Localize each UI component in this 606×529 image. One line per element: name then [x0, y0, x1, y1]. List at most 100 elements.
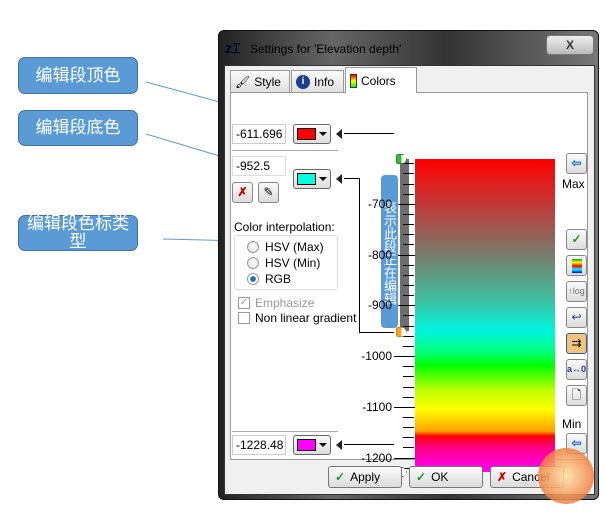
settings-dialog: z⌶ Settings for 'Elevation depth' X 🖌 Sty… — [218, 30, 599, 500]
app-icon: z⌶ — [225, 40, 241, 56]
emphasize-checkbox[interactable]: ✓ Emphasize — [238, 295, 314, 311]
radio-rgb[interactable]: RGB — [247, 271, 337, 287]
reverse-button[interactable]: ↩ — [566, 307, 587, 328]
annotation-bottom-color: 编辑段底色 — [18, 110, 138, 146]
minor-tick — [403, 244, 414, 245]
interp-label: Color interpolation: — [234, 220, 335, 234]
tab-colors[interactable]: Colors — [345, 67, 417, 93]
minor-tick — [403, 397, 414, 398]
ok-button[interactable]: ✓ OK — [409, 466, 483, 488]
top-value-field[interactable]: -611.696 — [232, 124, 286, 144]
delete-icon: ✗ — [237, 185, 248, 199]
cross-icon: ✗ — [497, 470, 508, 484]
annotation-top-color: 编辑段顶色 — [18, 57, 138, 94]
gradient-icon — [350, 73, 357, 88]
minor-tick — [403, 194, 414, 195]
arrow-left-icon: ⇦ — [571, 156, 582, 170]
set-max-button[interactable]: ⇦ — [566, 153, 587, 174]
close-button[interactable]: X — [546, 35, 594, 55]
checkmark-icon: ✓ — [416, 470, 427, 484]
minor-tick — [403, 387, 414, 388]
return-arrow-icon: ↩ — [571, 310, 582, 324]
chevron-down-icon — [319, 132, 327, 136]
scale-label: -900 — [367, 298, 392, 312]
tab-info[interactable]: i Info — [291, 70, 344, 92]
divider — [232, 150, 338, 151]
annotation-interp-type: 编辑段色标类型 — [18, 215, 138, 251]
colors-panel: -611.696 -952.5 ✗ ✎ Color interpolation:… — [230, 92, 588, 477]
minor-tick — [403, 417, 414, 418]
min-pointer-icon — [336, 440, 342, 450]
radio-hsv-min[interactable]: HSV (Min) — [247, 255, 337, 271]
min-label: Min — [562, 417, 582, 431]
minor-tick — [403, 214, 414, 215]
minor-tick — [403, 285, 414, 286]
minor-tick — [403, 163, 414, 164]
radio-hsv-max[interactable]: HSV (Max) — [247, 239, 337, 255]
major-tick — [394, 407, 415, 408]
tab-style[interactable]: 🖌 Style — [230, 70, 290, 92]
min-value-field[interactable]: -1228.48 — [232, 435, 286, 455]
apply-segment-button[interactable]: ✓ — [566, 229, 587, 250]
interp-group: HSV (Max) HSV (Min) RGB — [234, 235, 338, 290]
minor-tick — [403, 326, 414, 327]
minor-tick — [403, 265, 414, 266]
color-gradient-bar — [415, 159, 555, 472]
max-label: Max — [562, 177, 585, 191]
nonlinear-checkbox[interactable]: Non linear gradient — [238, 310, 356, 326]
auto-range-button[interactable]: a↔0 — [566, 359, 587, 380]
checkmark-icon: ✓ — [335, 470, 346, 484]
palette-button[interactable] — [566, 255, 587, 276]
bottom-connector — [344, 178, 359, 179]
window-title: Settings for 'Elevation depth' — [250, 42, 402, 56]
minor-tick — [403, 336, 414, 337]
bottom-color-button[interactable] — [293, 169, 331, 189]
scale-label: -700 — [367, 197, 392, 211]
minor-tick — [403, 315, 414, 316]
bottom-connector-h — [359, 332, 394, 333]
radio-hsv-min-label: HSV (Min) — [265, 256, 321, 270]
top-color-swatch — [297, 128, 316, 140]
log-label: log — [572, 286, 585, 296]
major-tick — [394, 356, 415, 357]
min-color-button[interactable] — [293, 435, 331, 455]
radio-hsv-max-label: HSV (Max) — [265, 240, 324, 254]
tab-info-label: Info — [314, 74, 335, 89]
divider — [232, 431, 338, 432]
top-connector — [344, 133, 394, 134]
scale-label: -800 — [367, 248, 392, 262]
distribute-button[interactable]: ⇉ — [566, 333, 587, 354]
minor-tick — [403, 346, 414, 347]
min-color-swatch — [297, 439, 316, 451]
log-scale-button[interactable]: ↑log — [566, 281, 587, 302]
apply-label: Apply — [350, 470, 381, 484]
pencil-icon: ✎ — [263, 185, 274, 199]
minor-tick — [403, 275, 414, 276]
minor-tick — [403, 234, 414, 235]
checkmark-icon: ✓ — [571, 232, 582, 246]
apply-button[interactable]: ✓ Apply — [328, 466, 402, 488]
edit-segment-button[interactable]: ✎ — [258, 182, 279, 203]
top-color-button[interactable] — [293, 124, 331, 144]
palette-icon — [571, 259, 582, 273]
delete-segment-button[interactable]: ✗ — [232, 182, 253, 203]
new-button[interactable]: 🗋 — [566, 385, 587, 406]
minor-tick — [403, 427, 414, 428]
chevron-down-icon — [319, 177, 327, 181]
dialog-client: 🖌 Style i Info Colors -611.696 -952.5 ✗ ✎ … — [224, 65, 595, 495]
minor-tick — [403, 376, 414, 377]
bottom-value-field[interactable]: -952.5 — [232, 156, 286, 176]
info-icon: i — [296, 74, 310, 89]
minor-tick — [403, 447, 414, 448]
min-connector — [344, 444, 394, 445]
scale-label: -1200 — [361, 451, 392, 465]
title-bar: z⌶ Settings for 'Elevation depth' X — [219, 31, 598, 67]
distribute-icon: ⇉ — [571, 336, 582, 350]
minor-tick — [403, 295, 414, 296]
auto-range-icon: a↔0 — [567, 364, 587, 374]
sun-mascot-watermark — [538, 448, 594, 504]
minor-tick — [403, 184, 414, 185]
ok-label: OK — [431, 470, 449, 484]
chevron-down-icon — [319, 443, 327, 447]
document-icon: 🗋 — [571, 388, 582, 402]
